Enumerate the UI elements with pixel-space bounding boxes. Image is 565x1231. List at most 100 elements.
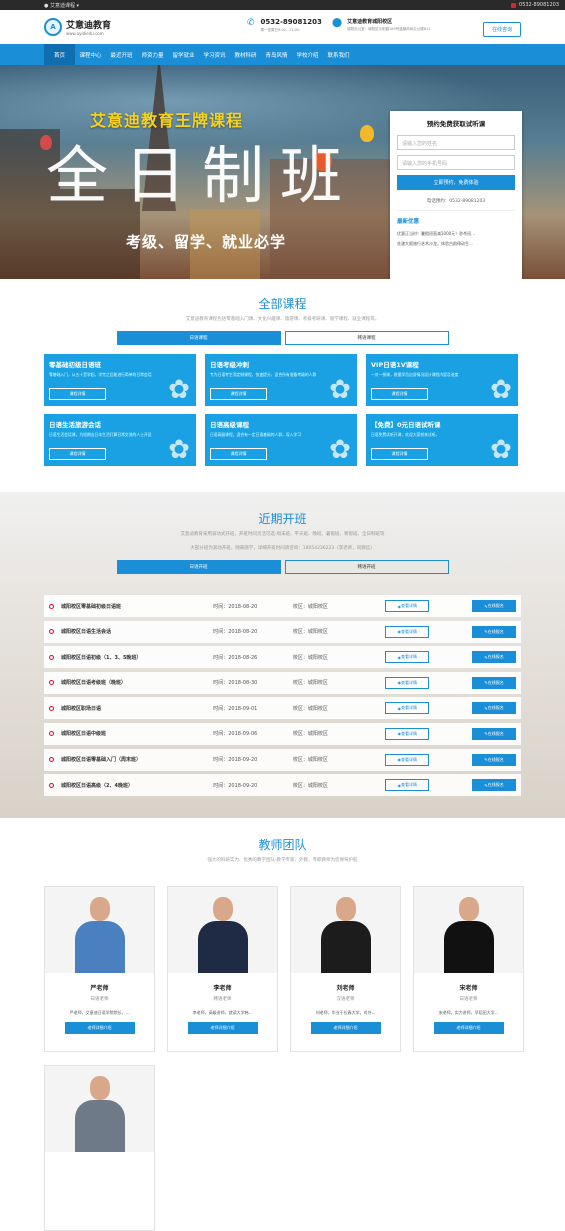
teacher-detail-button[interactable]: 老师详细介绍 <box>310 1022 381 1034</box>
flower-icon: ✿ <box>329 375 351 405</box>
bullet-icon <box>49 680 54 686</box>
class-name[interactable]: 城阳校区日语高级（2、4晚班） <box>61 782 213 789</box>
brand-name: 艾意迪教育 <box>66 21 112 31</box>
news-title: 最新优惠 <box>397 210 515 225</box>
teacher-card[interactable]: 严老师 日语老师 严老师，艾意迪日语学院院长，... 老师详细介绍 <box>44 886 155 1052</box>
nav-item[interactable]: 学习资讯 <box>199 44 230 65</box>
online-consult-button[interactable]: 在线咨询 <box>483 22 521 37</box>
apply-online-button[interactable]: ✎ 在线报名 <box>472 753 516 766</box>
tab-japanese-classes[interactable]: 日语开班 <box>116 560 281 574</box>
nav-item[interactable]: 课程中心 <box>75 44 106 65</box>
view-details-button[interactable]: ◉ 查看详情 <box>385 727 430 740</box>
header-phone: ✆ 0532-89081203 周一至周日9:00 - 21:00 <box>247 18 322 33</box>
class-name[interactable]: 城阳校区职场日语 <box>61 705 213 712</box>
course-card[interactable]: 日语考级冲刺 专为日语考生而定制课程，快速提分，适合所有准备考级的人群 课程详情… <box>205 354 357 406</box>
course-detail-button[interactable]: 课程详情 <box>371 388 428 400</box>
view-details-button[interactable]: ◉ 查看详情 <box>385 753 430 766</box>
top-bar-courses-link[interactable]: ● 艾意迪课程 ▾ <box>44 2 79 9</box>
apply-online-button[interactable]: ✎ 在线报名 <box>472 727 516 740</box>
brand-url: www.ayidiedu.com <box>66 31 104 36</box>
view-details-label: 查看详情 <box>401 730 418 736</box>
course-card[interactable]: 零基础初级日语班 零基础入门，从五十音学起，学完之后能进行简单的日常会话 课程详… <box>44 354 196 406</box>
trial-signup-form: 预约免费获取试听课 请输入您的姓名 请输入您的手机号码 立即预约，免费体验 电话… <box>390 111 522 279</box>
class-time: 时间：2018-08-20 <box>213 603 258 610</box>
submit-button[interactable]: 立即预约，免费体验 <box>397 175 515 190</box>
class-time: 时间：2018-08-20 <box>213 629 258 636</box>
nav-item[interactable]: 青岛风情 <box>261 44 292 65</box>
teacher-detail-button[interactable]: 老师详细介绍 <box>187 1022 258 1034</box>
class-name[interactable]: 城阳校区日语生活会话 <box>61 628 213 635</box>
phone-input[interactable]: 请输入您的手机号码 <box>397 155 515 170</box>
nav-item[interactable]: 最近开班 <box>106 44 137 65</box>
class-name[interactable]: 城阳校区日语零基础入门（周末班） <box>61 756 213 763</box>
site-header: A 艾意迪教育 www.ayidiedu.com ✆ 0532-89081203… <box>0 10 565 44</box>
teacher-card[interactable]: 刘老师 汉语老师 刘老师，毕业于长春大学，对外... 老师详细介绍 <box>290 886 401 1052</box>
nav-item[interactable]: 联系我们 <box>323 44 354 65</box>
flower-icon: ✿ <box>329 435 351 465</box>
teacher-card[interactable]: 李老师 韩语老师 李老师，高级讲师，就读大学韩... 老师详细介绍 <box>167 886 278 1052</box>
apply-online-button[interactable]: ✎ 在线报名 <box>472 651 516 664</box>
class-name[interactable]: 城阳校区日语考级班（晚班） <box>61 679 213 686</box>
logo[interactable]: A 艾意迪教育 www.ayidiedu.com <box>44 18 111 36</box>
course-card[interactable]: VIP日语1V课程 一对一授课，根据学员自身情况设计课程内容及进度 课程详情 ✿ <box>366 354 518 406</box>
courses-title: 全部课程 <box>258 297 307 311</box>
view-details-label: 查看详情 <box>401 603 418 608</box>
course-detail-button[interactable]: 课程详情 <box>210 388 267 400</box>
course-card[interactable]: 【免费】0元日语试听课 日语免费试听开课，欢迎大家前来试听。 课程详情 ✿ <box>366 414 518 466</box>
apply-online-button[interactable]: ✎ 在线报名 <box>472 625 516 638</box>
teachers-subtitle: 强大的科研实力、优秀的教学团队-教学专家、外教、专职教师为您保驾护航 <box>207 858 358 863</box>
classes-note: 大部分班为滚动开班，随来随学，详细开班时间请咨询：18054236223（李老师… <box>190 546 375 551</box>
course-detail-button[interactable]: 课程详情 <box>210 448 267 460</box>
tab-korean-courses[interactable]: 韩语课程 <box>284 331 449 345</box>
view-details-button[interactable]: ◉ 查看详情 <box>385 676 430 689</box>
logo-icon: A <box>44 18 62 36</box>
course-detail-button[interactable]: 课程详情 <box>371 448 428 460</box>
apply-online-button[interactable]: ✎ 在线报名 <box>472 676 516 689</box>
tab-korean-classes[interactable]: 韩语开班 <box>284 560 449 574</box>
view-details-button[interactable]: ◉ 查看详情 <box>385 702 430 715</box>
class-name[interactable]: 城阳校区零基础初级日语班 <box>61 603 213 610</box>
tab-japanese-courses[interactable]: 日语课程 <box>116 331 281 345</box>
class-time: 时间：2018-08-26 <box>213 654 258 661</box>
view-details-button[interactable]: ◉ 查看详情 <box>385 779 430 792</box>
news-item[interactable]: 优惠正当时！暑假班直减1000元！秒杀班... <box>397 229 515 239</box>
nav-item[interactable]: 首页 <box>44 44 75 65</box>
view-details-label: 查看详情 <box>401 679 418 685</box>
teacher-card[interactable]: 宋老师 日语老师 宋老师，实力讲师，早稻田大学... 老师详细介绍 <box>413 886 524 1052</box>
nav-item[interactable]: 留学就业 <box>168 44 199 65</box>
course-card[interactable]: 日语生活旅游会话 日语生活会话课，为短期去日本生活打算日常交流的人士开设 课程详… <box>44 414 196 466</box>
course-detail-button[interactable]: 课程详情 <box>49 448 106 460</box>
course-detail-button[interactable]: 课程详情 <box>49 388 106 400</box>
class-campus: 校区：城阳校区 <box>292 680 328 687</box>
nav-item[interactable]: 教材科研 <box>230 44 261 65</box>
name-input[interactable]: 请输入您的姓名 <box>397 135 515 150</box>
view-details-button[interactable]: ◉ 查看详情 <box>385 625 430 638</box>
teacher-detail-button[interactable]: 老师详细介绍 <box>433 1022 504 1034</box>
apply-online-button[interactable]: ✎ 在线报名 <box>472 702 516 715</box>
bullet-icon <box>49 731 54 737</box>
class-name[interactable]: 城阳校区日语中级班 <box>61 730 213 737</box>
teacher-role: 韩语老师 <box>213 997 232 1002</box>
class-name[interactable]: 城阳校区日语初级（1、3、5晚班） <box>61 654 213 661</box>
bullet-icon <box>49 757 54 763</box>
apply-online-button[interactable]: ✎ 在线报名 <box>472 600 516 612</box>
teacher-desc: 严老师，艾意迪日语学院院长，... <box>69 1010 130 1015</box>
header-hours: 周一至周日9:00 - 21:00 <box>260 28 300 32</box>
bullet-icon <box>49 603 54 609</box>
teacher-detail-button[interactable]: 老师详细介绍 <box>64 1022 135 1034</box>
course-card[interactable]: 日语高级课程 日语高级课程，适合有一定日语基础的人群，深入学习 课程详情 ✿ <box>205 414 357 466</box>
class-time: 时间：2018-09-20 <box>213 757 258 764</box>
nav-item[interactable]: 学校介绍 <box>292 44 323 65</box>
teacher-card[interactable] <box>44 1065 155 1231</box>
hero-big-title: 全日制班 <box>46 139 359 212</box>
teacher-photo <box>45 1066 154 1152</box>
apply-online-label: 在线报名 <box>487 654 504 660</box>
news-item[interactable]: 花漾大阪旅行艺术沙龙，体验古韵律动生... <box>397 239 515 249</box>
nav-item[interactable]: 师资力量 <box>137 44 168 65</box>
view-details-button[interactable]: ◉ 查看详情 <box>385 600 430 612</box>
classes-subtitle: 艾意迪教育采用滚动式开班，开班时间灵活可选-周末班、平天班、晚班、暑假班、寒假班… <box>180 532 385 537</box>
apply-online-button[interactable]: ✎ 在线报名 <box>472 779 516 792</box>
view-details-button[interactable]: ◉ 查看详情 <box>385 651 430 664</box>
courses-section: 全部课程 艾意迪教育课程包括零基础入门课、文化兴趣课、旅游课、考级考研课、留学课… <box>0 295 565 466</box>
view-details-label: 查看详情 <box>401 705 418 711</box>
